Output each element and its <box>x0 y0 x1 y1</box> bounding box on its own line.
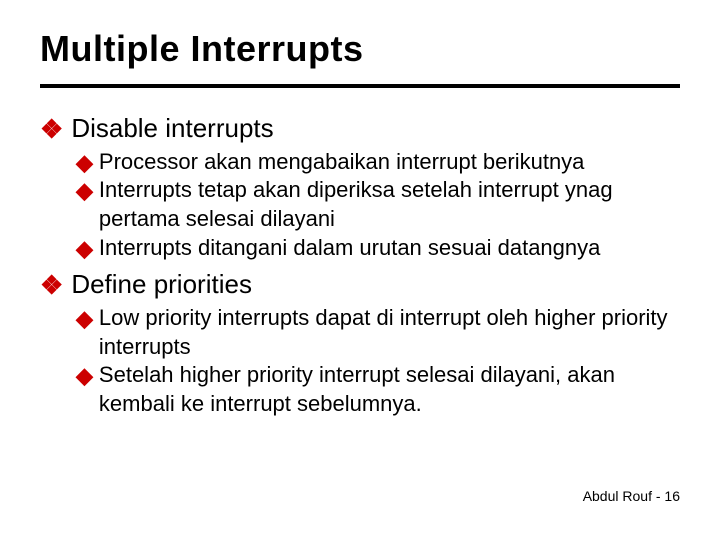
bullet-text: Interrupts tetap akan diperiksa setelah … <box>99 176 680 233</box>
section-heading: ❖ Disable interrupts <box>40 112 680 146</box>
bullet-text: Interrupts ditangani dalam urutan sesuai… <box>99 234 600 263</box>
slide-content: ❖ Disable interrupts ◆ Processor akan me… <box>40 112 680 418</box>
diamond-bullet-icon: ◆ <box>76 177 93 205</box>
footer-page-number: 16 <box>664 488 680 504</box>
slide-title: Multiple Interrupts <box>40 28 680 70</box>
slide: Multiple Interrupts ❖ Disable interrupts… <box>0 0 720 540</box>
diamond-bullet-icon: ◆ <box>76 362 93 390</box>
section-heading: ❖ Define priorities <box>40 268 680 302</box>
diamond-bullet-icon: ❖ <box>40 114 63 145</box>
bullet-item: ◆ Processor akan mengabaikan interrupt b… <box>76 148 680 177</box>
diamond-bullet-icon: ❖ <box>40 270 63 301</box>
bullet-text: Setelah higher priority interrupt selesa… <box>99 361 680 418</box>
bullet-item: ◆ Interrupts ditangani dalam urutan sesu… <box>76 234 680 263</box>
bullet-text: Low priority interrupts dapat di interru… <box>99 304 680 361</box>
section-heading-text: Disable interrupts <box>71 112 273 146</box>
slide-footer: Abdul Rouf - 16 <box>583 488 680 504</box>
bullet-item: ◆ Low priority interrupts dapat di inter… <box>76 304 680 361</box>
bullet-text: Processor akan mengabaikan interrupt ber… <box>99 148 585 177</box>
footer-author: Abdul Rouf <box>583 488 652 504</box>
diamond-bullet-icon: ◆ <box>76 149 93 177</box>
bullet-item: ◆ Interrupts tetap akan diperiksa setela… <box>76 176 680 233</box>
section-heading-text: Define priorities <box>71 268 252 302</box>
title-divider <box>40 84 680 88</box>
footer-separator: - <box>652 488 664 504</box>
diamond-bullet-icon: ◆ <box>76 235 93 263</box>
bullet-item: ◆ Setelah higher priority interrupt sele… <box>76 361 680 418</box>
diamond-bullet-icon: ◆ <box>76 305 93 333</box>
